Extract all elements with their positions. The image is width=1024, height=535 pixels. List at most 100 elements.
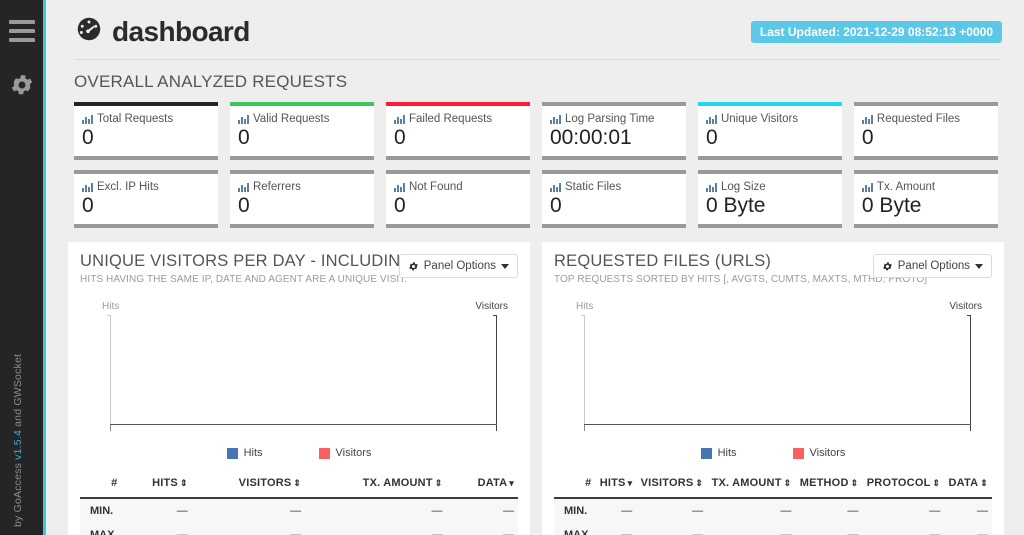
table-column-header[interactable]: VISITORS ⇕	[636, 473, 708, 499]
chart-x-axis	[110, 424, 497, 425]
chart-left-axis-label: Hits	[102, 301, 120, 312]
stat-card-label: Excl. IP Hits	[82, 181, 210, 193]
stat-card-cell: Log Parsing Time 00:00:01	[536, 102, 692, 170]
table-cell: —	[305, 498, 447, 523]
chart-bars-icon	[861, 114, 873, 124]
chart-bars-icon	[393, 114, 405, 124]
gear-icon	[882, 261, 892, 270]
stat-card-value: 0 Byte	[705, 194, 766, 217]
hamburger-bar	[8, 29, 35, 33]
stat-card: Excl. IP Hits 0	[74, 170, 218, 228]
table-cell: —	[446, 498, 518, 523]
stat-card: Tx. Amount 0 Byte	[853, 170, 998, 228]
stat-card-cell: Valid Requests 0	[224, 102, 380, 170]
stat-card-cell: Excl. IP Hits 0	[68, 170, 224, 238]
table-cell: —	[121, 523, 192, 535]
table-cell: —	[636, 523, 708, 535]
table-cell: —	[862, 498, 945, 523]
table-column-header[interactable]: METHOD ⇕	[795, 473, 863, 499]
chart-legend-item[interactable]: Hits	[226, 447, 263, 459]
table-column-header[interactable]: TX. AMOUNT ⇕	[707, 473, 796, 499]
legend-label: Visitors	[809, 447, 846, 459]
legend-swatch-icon	[318, 447, 330, 459]
chart-right-axis-label: Visitors	[475, 301, 508, 312]
chart-right-axis-label: Visitors	[949, 301, 982, 312]
table-row: MIN. — — — —	[80, 498, 518, 523]
stat-card: Static Files 0	[541, 170, 686, 228]
table-column-header[interactable]: DATA ⇕	[944, 473, 992, 499]
table-column-header[interactable]: #	[80, 473, 122, 499]
credit-version[interactable]: v1.5.4	[12, 430, 24, 460]
stat-card-label: Not Found	[393, 181, 522, 193]
sort-indicator-icon: ⇕	[695, 478, 704, 488]
stat-card-value: 0	[82, 126, 94, 149]
stat-card-label: Tx. Amount	[861, 181, 990, 193]
legend-label: Visitors	[335, 447, 372, 459]
panel-header: REQUESTED FILES (URLS) TOP REQUESTS SORTE…	[554, 252, 992, 285]
table-column-header[interactable]: PROTOCOL ⇕	[862, 473, 945, 499]
table-cell: —	[944, 498, 992, 523]
main-content: dashboard Last Updated: 2021-12-29 08:52…	[46, 0, 1024, 535]
table-column-label: DATA	[477, 477, 508, 489]
sort-indicator-icon: ⇕	[932, 478, 941, 488]
table-column-header[interactable]: HITS ▾	[595, 473, 637, 499]
stat-card: Total Requests 0	[74, 102, 218, 160]
chart-legend: Hits Visitors	[80, 447, 518, 459]
chart-legend-item[interactable]: Visitors	[318, 447, 372, 459]
stat-card-label-text: Log Size	[720, 181, 766, 193]
credit-prefix: by GoAccess	[11, 459, 24, 527]
panel-options-label: Panel Options	[897, 260, 970, 272]
table-column-header[interactable]: TX. AMOUNT ⇕	[305, 473, 447, 499]
sort-indicator-icon: ⇕	[293, 478, 302, 488]
table-cell: —	[595, 523, 637, 535]
hamburger-bar	[8, 38, 35, 42]
stat-card-label-text: Requested Files	[876, 113, 961, 125]
table-cell: —	[795, 498, 863, 523]
table-column-header[interactable]: VISITORS ⇕	[191, 473, 306, 499]
table-row: MAX. — — — —	[80, 523, 518, 535]
stat-card-cell: Unique Visitors 0	[692, 102, 848, 170]
panels-container: UNIQUE VISITORS PER DAY - INCLUDING SPID…	[62, 238, 1010, 535]
overview-section-title: OVERALL ANALYZED REQUESTS	[74, 72, 348, 91]
legend-label: Hits	[243, 447, 263, 459]
chart-legend-item[interactable]: Hits	[700, 447, 737, 459]
chart-left-axis-label: Hits	[576, 301, 594, 312]
chart-tick-left	[110, 425, 111, 431]
hamburger-menu-icon[interactable]	[8, 20, 35, 42]
chart-y-axis-left	[581, 315, 585, 425]
stat-card-label: Total Requests	[82, 113, 210, 125]
panel-header: UNIQUE VISITORS PER DAY - INCLUDING SPID…	[80, 252, 518, 285]
panel-options-button[interactable]: Panel Options	[872, 254, 992, 278]
gear-icon	[408, 261, 418, 270]
sidebar: by GoAccess v1.5.4 and GWSocket	[0, 0, 46, 535]
table-column-label: TX. AMOUNT	[362, 477, 433, 489]
table-row: MAX. — — — — — —	[554, 523, 992, 535]
panel: UNIQUE VISITORS PER DAY - INCLUDING SPID…	[68, 242, 530, 535]
page-title: dashboard	[112, 15, 250, 47]
table-column-header[interactable]: HITS ⇕	[121, 473, 192, 499]
sort-indicator-icon: ⇕	[783, 478, 792, 488]
stat-card-value: 00:00:01	[549, 126, 632, 149]
gear-icon[interactable]	[9, 72, 35, 98]
stat-card-label: Log Size	[705, 181, 834, 193]
table-column-label: VISITORS	[238, 477, 292, 489]
stat-card-cell: Total Requests 0	[68, 102, 224, 170]
chevron-down-icon	[975, 263, 983, 269]
table-column-label: HITS	[599, 477, 626, 489]
stat-card: Log Parsing Time 00:00:01	[541, 102, 686, 160]
panel-options-button[interactable]: Panel Options	[398, 254, 518, 278]
sort-indicator-icon: ▾	[627, 478, 633, 488]
table-body: MIN. — — — — MAX. — — — —	[80, 498, 518, 535]
chart-y-axis-left	[107, 315, 111, 425]
table-column-label: METHOD	[799, 477, 849, 489]
table-column-header[interactable]: DATA ▾	[446, 473, 518, 499]
chart-bars-icon	[393, 182, 405, 192]
chart-legend-item[interactable]: Visitors	[792, 447, 846, 459]
stat-card-cell: Requested Files 0	[848, 102, 1004, 170]
credit-suffix: and GWSocket	[11, 353, 24, 430]
table-row-label: MAX.	[554, 523, 596, 535]
table-column-header[interactable]: #	[554, 473, 596, 499]
table-cell: —	[595, 498, 637, 523]
table-body: MIN. — — — — — — MAX. — — — — — —	[554, 498, 992, 535]
table-cell: —	[862, 523, 945, 535]
